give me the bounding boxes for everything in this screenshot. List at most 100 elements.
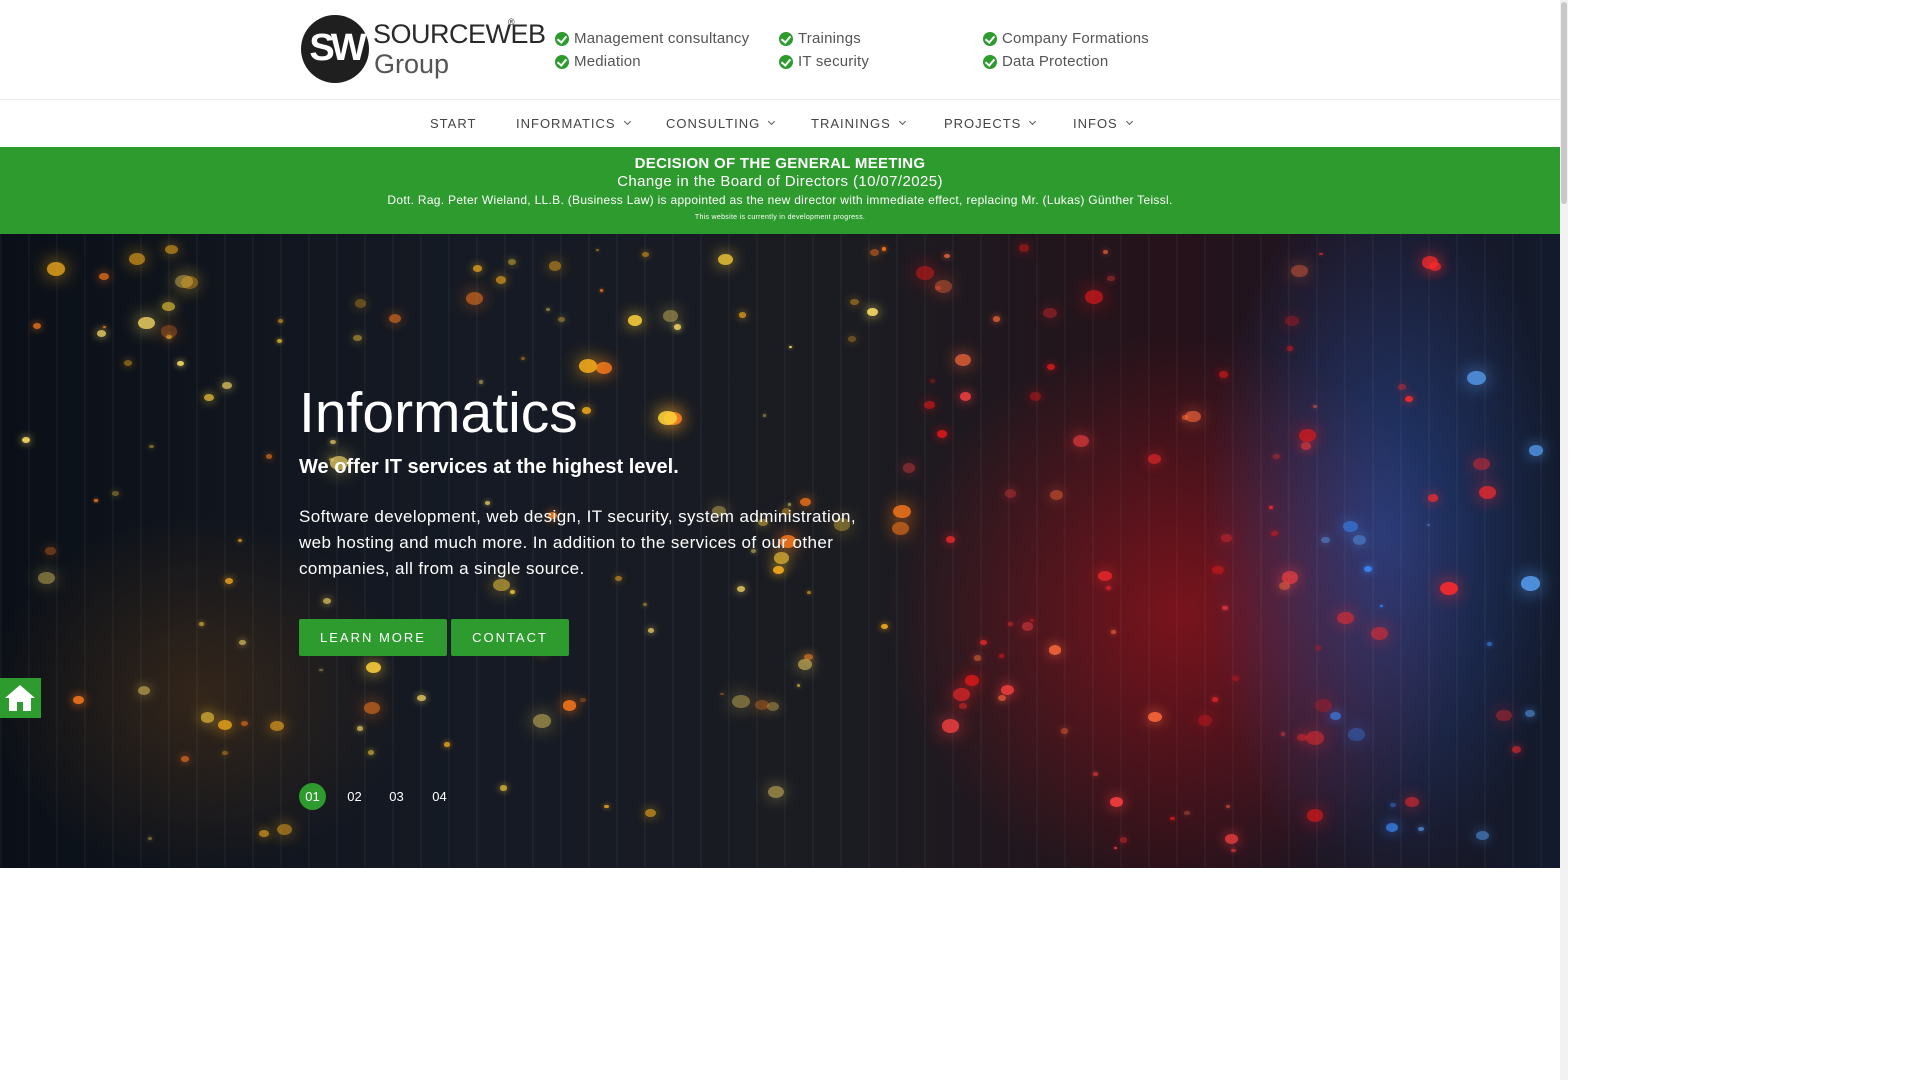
server-light	[45, 547, 56, 555]
server-light	[738, 311, 747, 318]
slide-dot-1[interactable]: 01	[299, 783, 326, 810]
server-light	[241, 720, 249, 726]
server-light	[866, 307, 878, 317]
server-light	[1007, 621, 1014, 626]
server-light	[718, 253, 734, 266]
page-scrollbar[interactable]	[1560, 0, 1568, 1080]
service-item[interactable]: Mediation	[555, 53, 641, 70]
server-light	[902, 463, 916, 473]
hero-title: Informatics	[299, 381, 578, 445]
server-light	[1105, 586, 1111, 590]
server-light	[73, 696, 84, 705]
check-circle-icon	[779, 31, 793, 46]
hero-subtitle: We offer IT services at the highest leve…	[299, 456, 679, 478]
server-light	[731, 695, 750, 709]
server-light	[1049, 490, 1064, 501]
server-light	[322, 597, 332, 605]
server-light	[265, 454, 273, 460]
server-light	[1379, 604, 1383, 607]
server-light	[1511, 746, 1522, 754]
server-light	[1385, 822, 1399, 833]
server-light	[546, 308, 551, 312]
contact-button[interactable]: CONTACT	[451, 619, 569, 656]
service-label: Mediation	[574, 53, 641, 70]
chevron-down-icon	[623, 117, 631, 126]
check-circle-icon	[779, 54, 793, 69]
nav-item-consulting[interactable]: CONSULTING	[666, 116, 776, 131]
server-light	[1271, 531, 1279, 537]
site-logo[interactable]: SW SOURCEWEB ® Group	[301, 15, 546, 85]
nav-item-informatics[interactable]: INFORMATICS	[516, 116, 631, 131]
server-light	[1528, 444, 1543, 456]
server-light	[162, 301, 175, 312]
slide-dot-2[interactable]: 02	[341, 783, 368, 810]
slide-dot-3[interactable]: 03	[383, 783, 410, 810]
server-light	[1404, 796, 1420, 808]
scrollbar-thumb[interactable]	[1561, 2, 1567, 204]
server-light	[444, 742, 451, 747]
server-light	[881, 247, 887, 251]
server-light	[1330, 711, 1342, 720]
learn-more-button[interactable]: LEARN MORE	[299, 619, 447, 656]
nav-item-trainings[interactable]: TRAININGS	[811, 116, 906, 131]
server-light	[548, 261, 562, 271]
server-light	[160, 325, 178, 338]
chevron-down-icon	[1125, 117, 1133, 126]
nav-item-infos[interactable]: INFOS	[1073, 116, 1133, 131]
server-light	[367, 750, 374, 755]
server-light	[599, 289, 603, 292]
server-light	[1147, 454, 1161, 465]
chevron-down-icon	[898, 117, 906, 126]
server-light	[164, 244, 178, 255]
service-item[interactable]: Company Formations	[983, 30, 1149, 47]
service-item[interactable]: Management consultancy	[555, 30, 749, 47]
server-light	[934, 279, 952, 293]
server-light	[960, 392, 972, 401]
nav-item-start[interactable]: START	[430, 116, 476, 131]
server-light	[138, 316, 155, 330]
server-light	[1109, 796, 1124, 808]
announcement-heading: DECISION OF THE GENERAL MEETING	[634, 155, 926, 172]
development-note: This website is currently in development…	[694, 214, 866, 221]
nav-item-projects[interactable]: PROJECTS	[944, 116, 1037, 131]
server-light	[259, 829, 270, 838]
service-item[interactable]: Data Protection	[983, 53, 1108, 70]
server-light	[562, 700, 577, 711]
service-item[interactable]: Trainings	[779, 30, 861, 47]
server-light	[149, 444, 155, 449]
server-light	[915, 265, 935, 280]
slide-dot-4[interactable]: 04	[426, 783, 453, 810]
server-light	[222, 381, 233, 390]
server-light	[945, 535, 956, 543]
server-light	[964, 675, 980, 686]
server-light	[520, 356, 525, 360]
service-item[interactable]: IT security	[779, 53, 869, 70]
server-light	[1212, 565, 1224, 575]
logo-mark: SW	[301, 15, 369, 83]
server-light	[176, 360, 185, 367]
server-light	[47, 262, 66, 276]
server-light	[417, 694, 426, 701]
server-light	[32, 323, 42, 330]
server-light	[124, 359, 133, 366]
server-light	[1000, 684, 1014, 695]
home-button[interactable]	[0, 678, 41, 718]
hero-description: Software development, web design, IT sec…	[299, 507, 857, 578]
server-light	[1347, 727, 1365, 741]
server-light	[364, 701, 380, 714]
server-light	[148, 837, 153, 841]
server-light	[595, 248, 600, 252]
server-light	[357, 726, 364, 731]
server-light	[1390, 802, 1397, 808]
server-light	[849, 298, 859, 305]
server-light	[509, 589, 515, 594]
server-light	[658, 410, 677, 425]
announcement-subheading: Change in the Board of Directors (10/07/…	[617, 173, 943, 190]
server-light	[1280, 732, 1285, 736]
server-light	[1313, 405, 1318, 409]
server-light	[869, 248, 880, 256]
viewport-blank-area	[1568, 0, 1920, 1080]
server-light	[596, 362, 612, 375]
server-light	[580, 698, 586, 703]
server-light	[557, 316, 565, 322]
